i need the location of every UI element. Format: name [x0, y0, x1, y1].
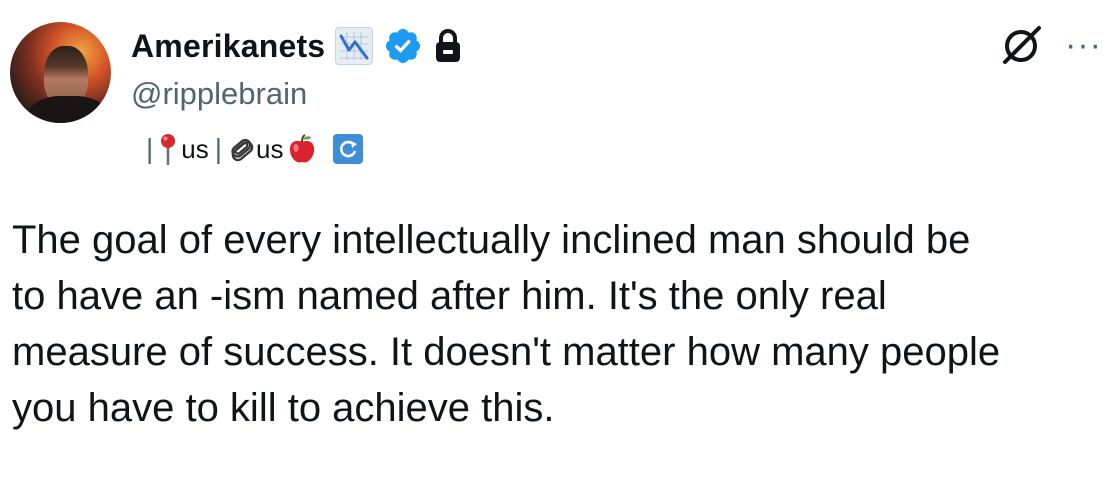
avatar-body: [28, 96, 108, 123]
more-options-icon[interactable]: ···: [1065, 28, 1102, 62]
author-display-name[interactable]: Amerikanets: [131, 28, 325, 65]
chart-decreasing-icon: [335, 27, 374, 65]
tweet-text: The goal of every intellectually incline…: [12, 218, 1001, 430]
chart-decreasing-graphic: [339, 32, 369, 60]
round-pushpin-icon: [157, 133, 179, 166]
avatar[interactable]: [10, 22, 111, 123]
lock-graphic: [436, 29, 461, 62]
verified-badge-graphic: [386, 28, 421, 64]
bio-secondary-text: us: [256, 133, 284, 164]
bio-location-text: us: [181, 133, 209, 164]
bio-separator: |: [146, 133, 154, 164]
verified-icon[interactable]: [383, 26, 423, 66]
author-bio-line: | us | us: [142, 131, 364, 167]
paperclips-icon: [226, 133, 254, 165]
bio-separator: |: [214, 133, 223, 164]
lock-icon: [433, 28, 463, 64]
grok-icon[interactable]: [999, 22, 1045, 68]
author-handle[interactable]: @ripplebrain: [131, 76, 307, 112]
tweet-actions-top: ···: [999, 22, 1102, 68]
red-apple-icon: [286, 133, 314, 165]
author-name-row: Amerikanets: [131, 24, 463, 68]
counterclockwise-arrows-icon: [332, 133, 364, 165]
